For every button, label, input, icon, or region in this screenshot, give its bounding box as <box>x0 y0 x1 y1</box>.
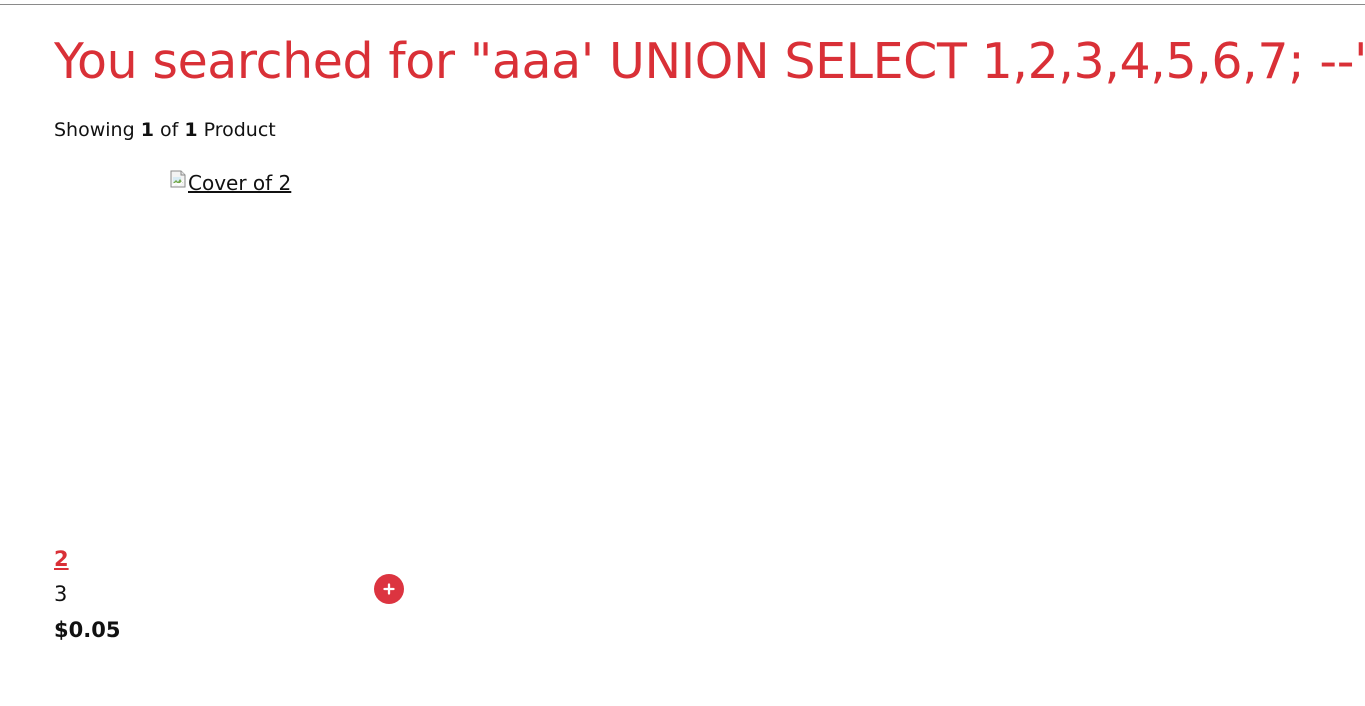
broken-image-icon <box>170 170 186 188</box>
results-count-prefix: Showing <box>54 119 141 141</box>
search-results-page: You searched for "aaa' UNION SELECT 1,2,… <box>54 0 1365 706</box>
results-count-suffix: Product <box>197 119 276 141</box>
product-cover-alt-text: Cover of 2 <box>188 171 292 195</box>
product-subtitle: 3 <box>54 582 68 606</box>
plus-circle-icon <box>383 583 395 595</box>
product-name-link[interactable]: 2 <box>54 545 69 573</box>
product-cover-image[interactable]: Cover of 2 <box>170 168 291 198</box>
add-to-cart-button[interactable] <box>374 574 404 604</box>
results-count-total: 1 <box>184 119 198 141</box>
results-count-current: 1 <box>140 119 154 141</box>
product-price: $0.05 <box>54 618 121 642</box>
search-results-title: You searched for "aaa' UNION SELECT 1,2,… <box>54 33 1365 90</box>
results-count-middle: of <box>153 119 185 141</box>
product-card: Cover of 2 2 3 $0.05 <box>54 160 414 650</box>
results-count: Showing 1 of 1 Product <box>54 118 276 142</box>
